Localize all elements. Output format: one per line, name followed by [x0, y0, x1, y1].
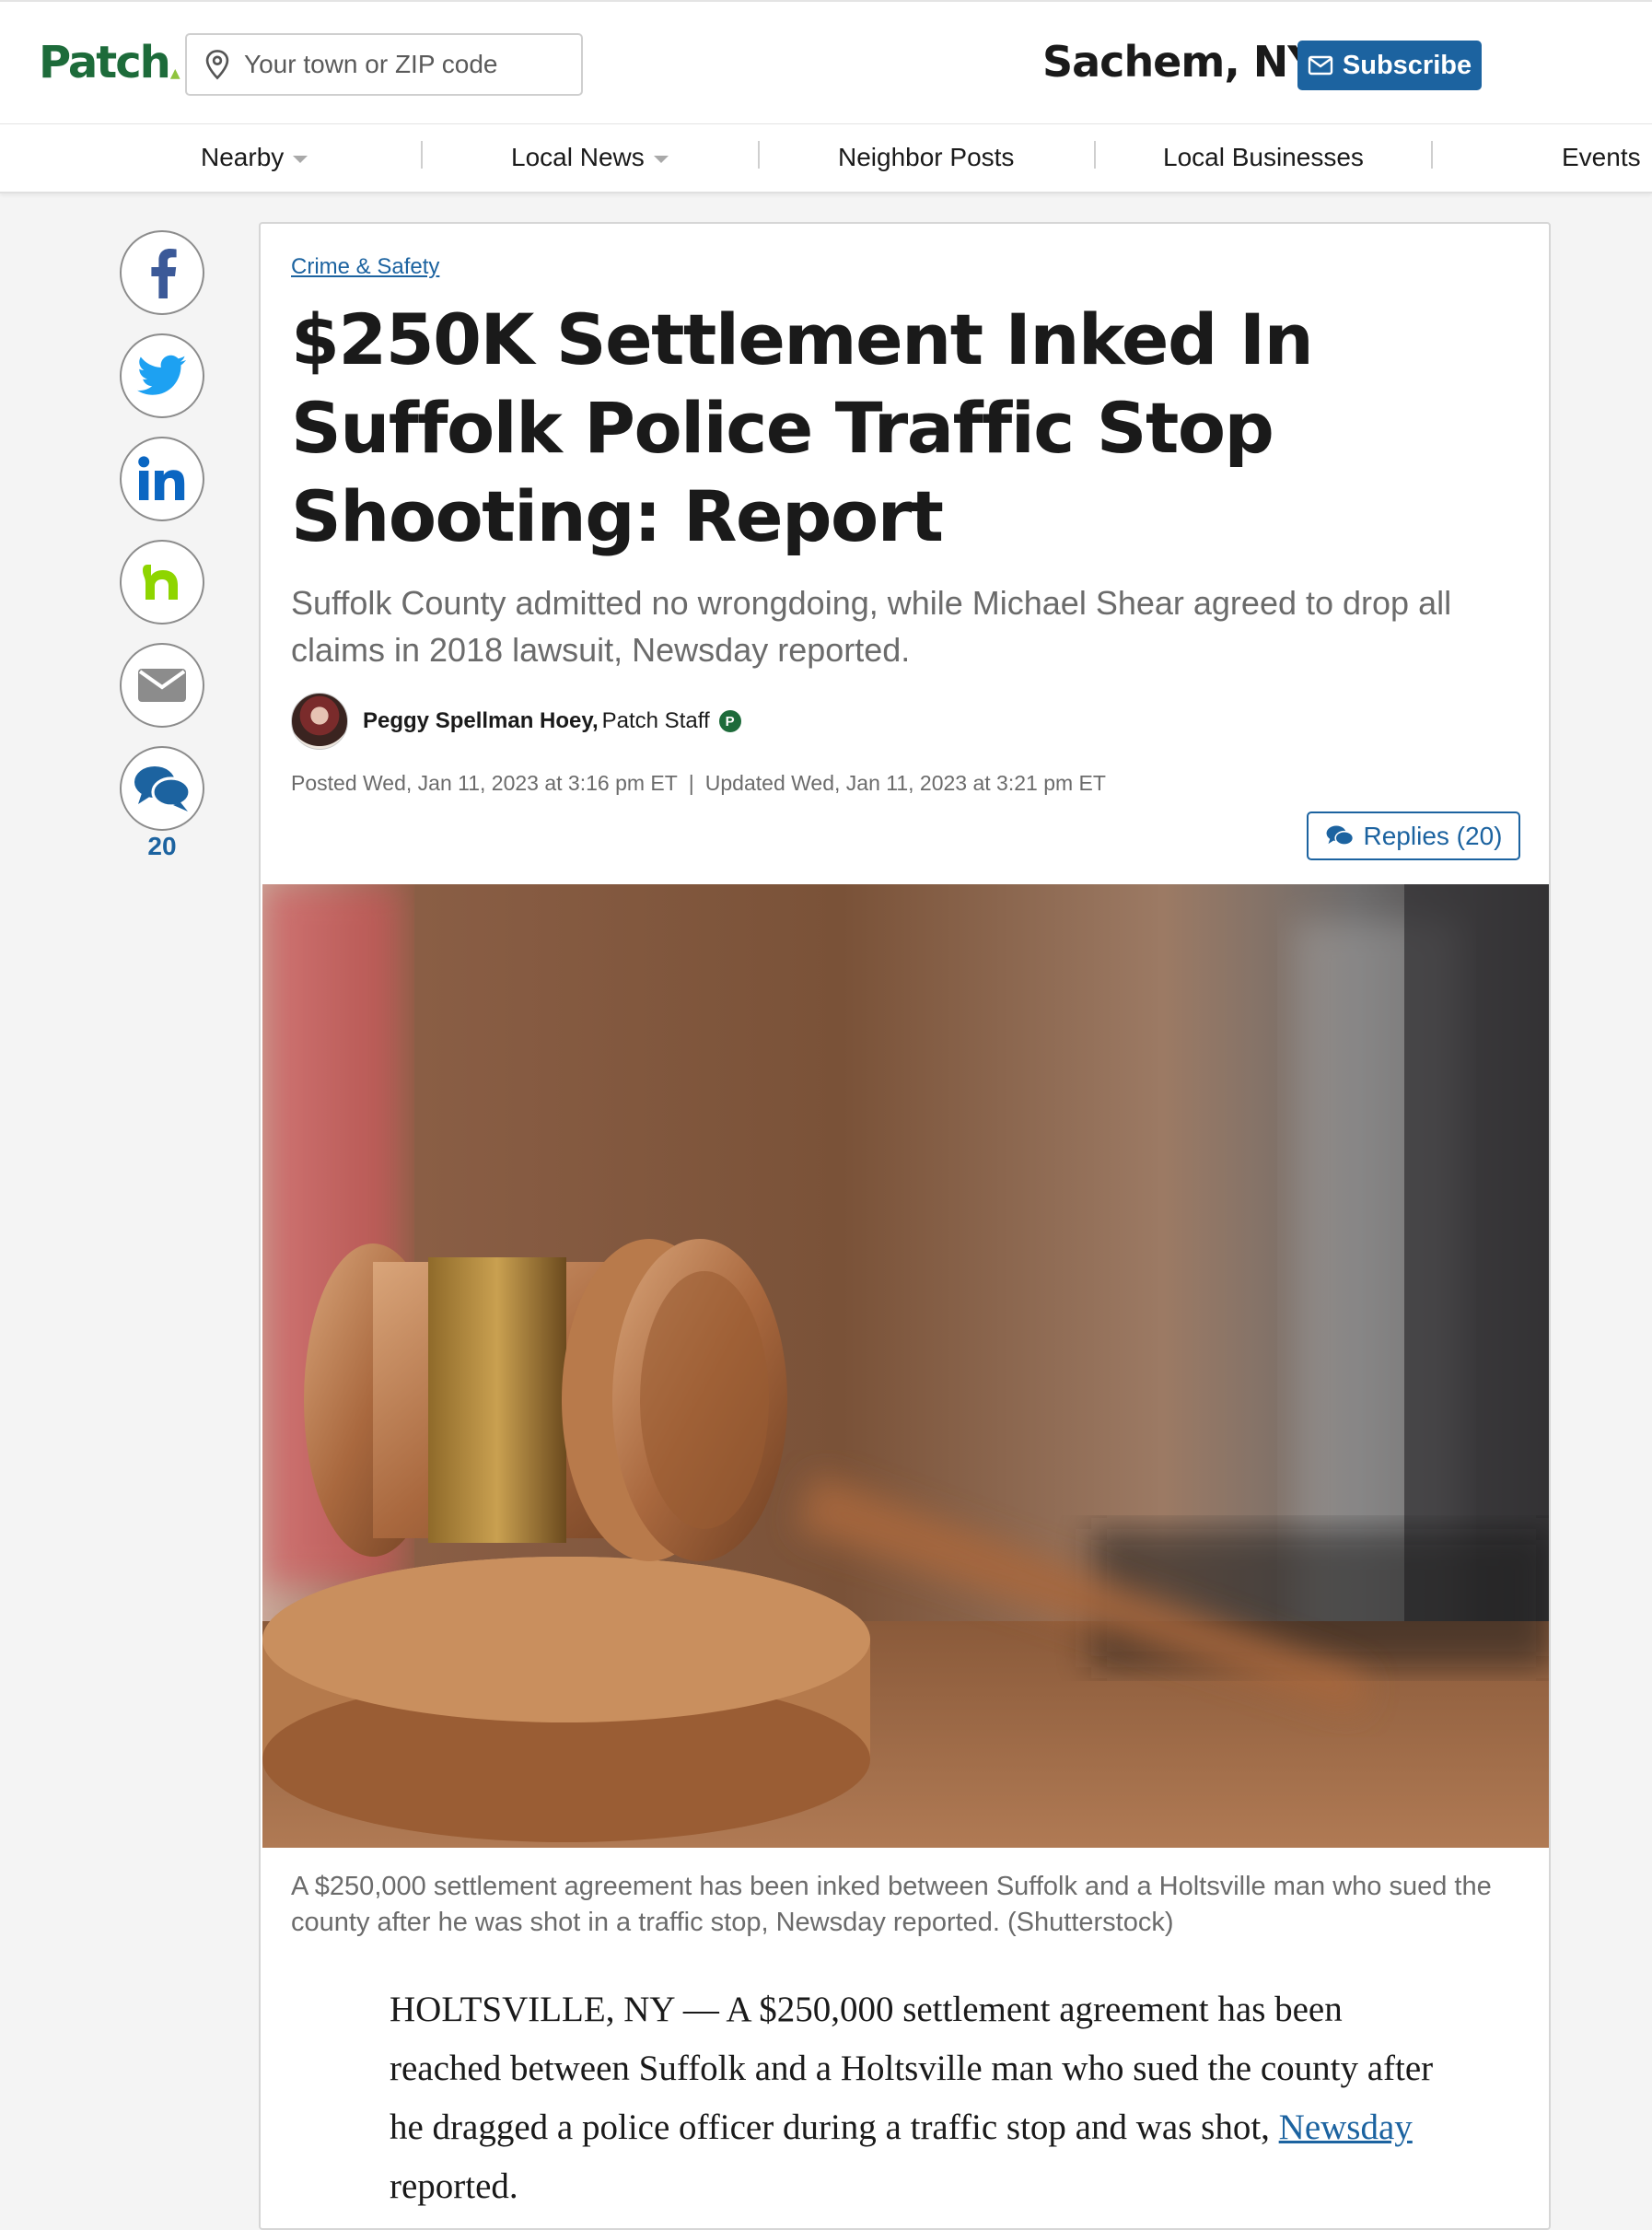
nextdoor-icon — [143, 565, 178, 600]
email-icon — [138, 669, 186, 702]
chevron-down-icon — [293, 156, 308, 163]
article-card: Crime & Safety $250K Settlement Inked In… — [259, 222, 1551, 2230]
town-search-box[interactable] — [185, 33, 583, 96]
author-name[interactable]: Peggy Spellman Hoey, — [363, 708, 599, 734]
envelope-icon — [1308, 55, 1333, 76]
article-body-paragraph: HOLTSVILLE, NY — A $250,000 settlement a… — [390, 1980, 1439, 2216]
newsday-link[interactable]: Newsday — [1279, 2107, 1413, 2147]
byline: Peggy Spellman Hoey, Patch Staff P — [291, 693, 741, 750]
nav-divider — [758, 141, 760, 169]
location-pin-icon — [205, 50, 229, 80]
replies-button[interactable]: Replies (20) — [1307, 811, 1520, 860]
share-twitter-button[interactable] — [120, 333, 204, 418]
share-facebook-button[interactable] — [120, 230, 204, 315]
site-header: Patch▲ Sachem, NY Subscribe — [0, 0, 1652, 123]
nav-label: Local News — [511, 143, 645, 171]
nav-item-events[interactable]: Events — [1562, 143, 1641, 172]
nav-label: Events — [1562, 143, 1641, 171]
share-nextdoor-button[interactable] — [120, 540, 204, 625]
nav-item-local-businesses[interactable]: Local Businesses — [1163, 143, 1364, 172]
body-tail: reported. — [390, 2166, 518, 2206]
section-nav: Nearby Local News Neighbor Posts Local B… — [0, 123, 1652, 193]
nav-divider — [1094, 141, 1096, 169]
posted-date: Posted Wed, Jan 11, 2023 at 3:16 pm ET — [291, 771, 678, 795]
subscribe-label: Subscribe — [1342, 50, 1472, 80]
updated-date: Updated Wed, Jan 11, 2023 at 3:21 pm ET — [704, 771, 1106, 795]
logo-text: Patch — [39, 37, 171, 88]
patch-logo[interactable]: Patch▲ — [39, 37, 180, 88]
article-dates: Posted Wed, Jan 11, 2023 at 3:16 pm ET | U… — [291, 771, 1106, 796]
town-search-input[interactable] — [244, 50, 576, 79]
replies-label: Replies (20) — [1363, 821, 1503, 850]
author-role: Patch Staff — [601, 708, 710, 733]
share-email-button[interactable] — [120, 643, 204, 728]
category-link[interactable]: Crime & Safety — [291, 254, 439, 280]
town-name[interactable]: Sachem, NY — [1042, 37, 1319, 87]
twitter-icon — [137, 355, 187, 395]
gavel-image — [262, 884, 1549, 1848]
comments-icon — [134, 766, 192, 811]
nav-item-nearby[interactable]: Nearby — [201, 143, 308, 172]
share-linkedin-button[interactable] — [120, 437, 204, 521]
date-separator: | — [688, 771, 694, 795]
nav-item-local-news[interactable]: Local News — [511, 143, 669, 172]
nav-label: Neighbor Posts — [838, 143, 1015, 171]
comments-button[interactable] — [120, 746, 204, 831]
comments-icon — [1326, 824, 1354, 846]
nav-label: Local Businesses — [1163, 143, 1364, 171]
article-subheadline: Suffolk County admitted no wrongdoing, w… — [291, 584, 1452, 669]
body-lead: HOLTSVILLE, NY — A $250,000 settlement a… — [390, 1990, 1434, 2147]
gavel-photo[interactable] — [262, 884, 1549, 1848]
subscribe-button[interactable]: Subscribe — [1297, 41, 1482, 90]
patch-staff-badge-icon: P — [718, 710, 741, 732]
facebook-icon — [151, 249, 177, 298]
nav-divider — [421, 141, 423, 169]
logo-accent-icon: ▲ — [169, 66, 180, 81]
author-avatar[interactable] — [291, 693, 348, 750]
photo-caption: A $250,000 settlement agreement has been… — [291, 1872, 1492, 1937]
nav-item-neighbor-posts[interactable]: Neighbor Posts — [838, 143, 1014, 172]
nav-divider — [1431, 141, 1433, 169]
chevron-down-icon — [653, 156, 669, 163]
nav-label: Nearby — [201, 143, 285, 171]
reply-count[interactable]: 20 — [120, 832, 204, 861]
linkedin-icon — [138, 456, 185, 500]
article-headline: $250K Settlement Inked In Suffolk Police… — [291, 298, 1314, 557]
